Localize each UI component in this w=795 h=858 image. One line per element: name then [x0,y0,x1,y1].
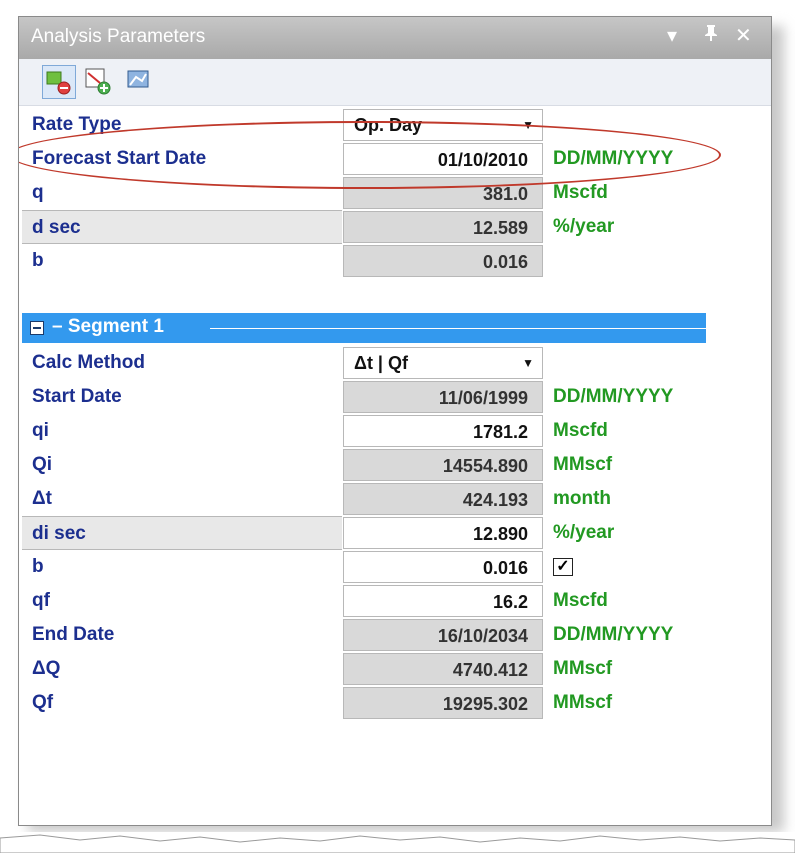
add-remove-segment-icon [46,71,71,95]
end-date-value: 16/10/2034 [343,619,543,651]
segment-header[interactable]: – Segment 1 [22,313,706,343]
qf-unit: Mscfd [553,590,608,611]
pin-icon[interactable] [703,23,719,49]
dropdown-icon[interactable]: ▾ [667,23,677,48]
segment-divider [210,328,706,329]
torn-edge [0,832,795,854]
b-lock-checkbox[interactable]: ✓ [553,558,573,576]
delta-t-value: 424.193 [343,483,543,515]
delta-Q-value: 4740.412 [343,653,543,685]
delta-Q-label: ΔQ [32,658,61,679]
add-segment-button[interactable] [82,65,116,99]
calc-method-dropdown[interactable]: Δt | Qf ▼ [343,347,543,379]
qi-input[interactable]: 1781.2 [343,415,543,447]
qf-label: qf [32,590,50,611]
d-sec-value: 12.589 [343,211,543,243]
qi-unit: Mscfd [553,420,608,441]
calc-method-label: Calc Method [32,352,145,373]
analysis-parameters-panel: Analysis Parameters ▾ ✕ Rate Type Op. Da… [18,16,772,826]
d-sec-label: d sec [22,210,342,244]
di-sec-label: di sec [22,516,342,550]
add-remove-segment-button[interactable] [42,65,76,99]
chevron-down-icon: ▼ [522,356,534,370]
chart-button[interactable] [122,65,156,99]
close-icon[interactable]: ✕ [735,23,752,48]
delta-Q-unit: MMscf [553,658,613,679]
Qf-unit: MMscf [553,692,613,713]
qi-label: qi [32,420,49,441]
Qi-value: 14554.890 [343,449,543,481]
delta-t-label: Δt [32,488,52,509]
start-date-unit: DD/MM/YYYY [553,386,674,407]
chart-icon [127,70,149,88]
Qf-label: Qf [32,692,54,713]
add-segment-icon [85,68,111,95]
end-date-unit: DD/MM/YYYY [553,624,674,645]
b-label: b [32,250,44,271]
delta-t-unit: month [553,488,612,509]
toolbar [19,59,771,106]
panel-title: Analysis Parameters [31,26,206,47]
Qf-value: 19295.302 [343,687,543,719]
start-date-value: 11/06/1999 [343,381,543,413]
qf-input[interactable]: 16.2 [343,585,543,617]
title-bar: Analysis Parameters ▾ ✕ [19,17,771,59]
segment-b-input[interactable]: 0.016 [343,551,543,583]
calc-method-value: Δt | Qf [354,353,408,373]
q-label: q [32,182,44,203]
b-value: 0.016 [343,245,543,277]
Qi-unit: MMscf [553,454,613,475]
di-sec-unit: %/year [553,522,615,543]
d-sec-unit: %/year [553,216,615,237]
start-date-label: Start Date [32,386,122,407]
segment-b-label: b [32,556,44,577]
end-date-label: End Date [32,624,115,645]
Qi-label: Qi [32,454,53,475]
di-sec-input[interactable]: 12.890 [343,517,543,549]
segment-title: – Segment 1 [52,316,164,337]
highlight-ellipse [19,121,721,189]
collapse-icon[interactable] [30,321,44,335]
